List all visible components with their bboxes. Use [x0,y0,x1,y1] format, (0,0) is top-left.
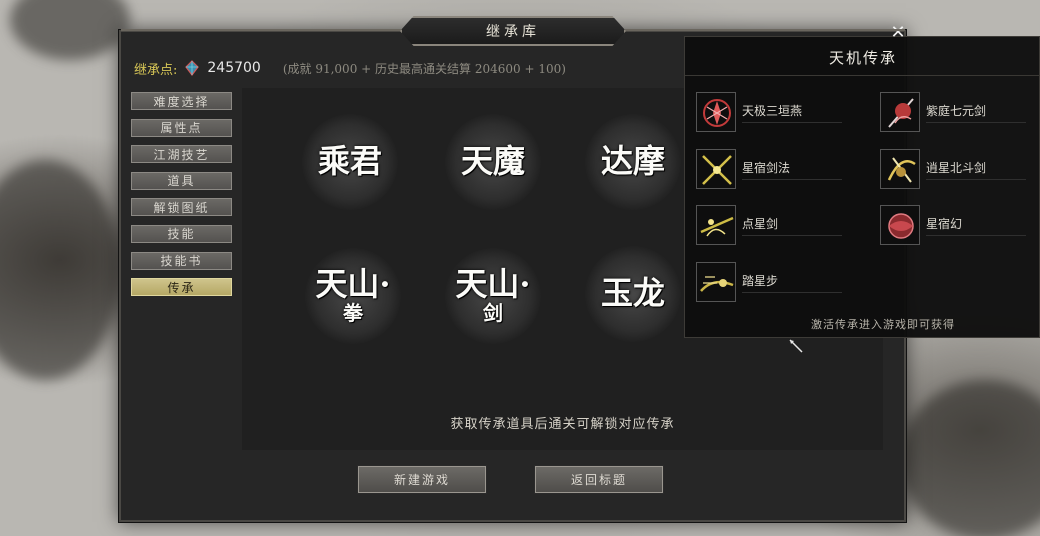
skill-entry[interactable]: 紫庭七元剑 [880,92,1026,132]
inheritance-subname: 拳 [343,301,363,326]
sidebar-item-blueprints[interactable]: 解锁图纸 [131,198,232,217]
sidebar-item-inheritance[interactable]: 传承 [131,278,232,297]
inheritance-name: 乘君 [317,142,382,181]
gold-sword-slash-icon [880,149,920,189]
gold-crossed-swords-icon [696,149,736,189]
title-wing-right [625,29,905,31]
skill-name: 天极三垣燕 [742,102,842,123]
skill-entry[interactable]: 星宿剑法 [696,149,842,189]
sidebar-item-crafts[interactable]: 江湖技艺 [131,145,232,164]
inheritance-option[interactable]: 达摩 [585,114,681,210]
crimson-orb-icon [880,205,920,245]
inheritance-name: 天魔 [460,142,525,181]
sidebar-item-skills[interactable]: 技能 [131,224,232,243]
tianji-inheritance-popup: 天机传承 天极三垣燕 紫庭七元剑 星宿剑法 逍星北斗剑 点星剑 星宿幻 踏星步 … [684,36,1040,338]
mouse-cursor-icon [788,338,804,354]
inheritance-name: 达摩 [600,142,665,181]
background-ink-left [0,160,120,380]
skill-entry[interactable]: 天极三垣燕 [696,92,842,132]
new-game-button[interactable]: 新建游戏 [358,466,486,493]
category-sidebar: 难度选择 属性点 江湖技艺 道具 解锁图纸 技能 技能书 传承 [131,92,232,297]
title-wing-left [121,29,401,31]
inheritance-name: 玉龙 [600,274,665,313]
background-ink-bottom-right [900,380,1040,536]
skill-entry[interactable]: 逍星北斗剑 [880,149,1026,189]
skill-name: 踏星步 [742,272,842,293]
gold-lunge-icon [696,205,736,245]
inheritance-subname: 剑 [483,301,503,326]
back-to-title-button[interactable]: 返回标题 [535,466,663,493]
inheritance-name: 天山· [315,264,391,303]
background-ink-top-left [10,0,130,60]
window-title-plate: 继承库 [400,16,626,46]
crimson-figure-icon [696,92,736,132]
popup-divider [685,75,1040,76]
skill-name: 星宿幻 [926,215,1026,236]
skill-entry[interactable]: 星宿幻 [880,205,1026,245]
skill-name: 紫庭七元剑 [926,102,1026,123]
skill-entry[interactable]: 点星剑 [696,205,842,245]
gold-dash-icon [696,262,736,302]
sidebar-item-difficulty[interactable]: 难度选择 [131,92,232,110]
inheritance-option[interactable]: 天山· 拳 [305,248,401,344]
inheritance-option[interactable]: 天魔 [445,114,541,210]
window-title: 继承库 [486,24,540,40]
points-label: 继承点: [134,62,178,78]
skill-name: 星宿剑法 [742,159,842,180]
inheritance-option[interactable]: 乘君 [302,114,398,210]
points-detail: (成就 91,000 + 历史最高通关结算 204600 + 100) [282,61,566,76]
sidebar-item-attributes[interactable]: 属性点 [131,118,232,137]
close-icon[interactable]: ✕ [886,20,910,44]
skill-entry[interactable]: 踏星步 [696,262,842,302]
inheritance-name: 天山· [455,264,531,303]
inheritance-points-row: 继承点: 245700 (成就 91,000 + 历史最高通关结算 204600… [134,58,566,78]
popup-note: 激活传承进入游戏即可获得 [811,318,955,331]
popup-title: 天机传承 [828,49,897,67]
points-value: 245700 [207,60,261,76]
gem-icon [185,60,200,76]
sidebar-item-skill-books[interactable]: 技能书 [131,251,232,270]
sidebar-item-items[interactable]: 道具 [131,171,232,190]
inheritance-option[interactable]: 天山· 剑 [445,248,541,344]
inheritance-option[interactable]: 玉龙 [585,246,681,342]
crimson-sword-dancer-icon [880,92,920,132]
unlock-hint: 获取传承道具后通关可解锁对应传承 [450,417,675,432]
skill-name: 点星剑 [742,215,842,236]
skill-name: 逍星北斗剑 [926,159,1026,180]
